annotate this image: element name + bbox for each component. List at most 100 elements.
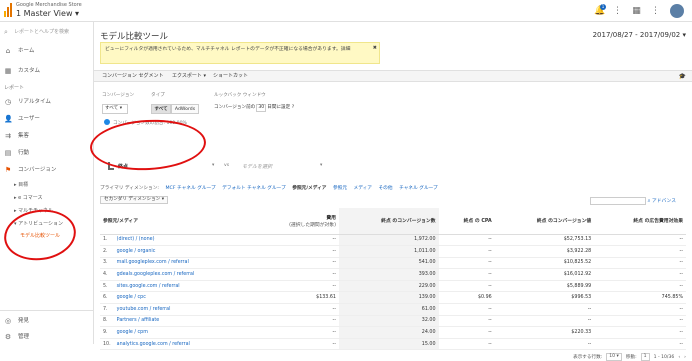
row-dimension: Partners / affiliate (113, 315, 252, 328)
row-roas: -- (594, 245, 686, 258)
more-vert-icon[interactable]: ⋮ (613, 6, 622, 16)
row-roas: -- (594, 315, 686, 328)
dimension-link[interactable]: チャネル グループ (399, 186, 438, 191)
view-name: 1 Master View (16, 9, 73, 18)
sidebar-item-home[interactable]: ⌂ ホーム (0, 44, 94, 58)
dimension-link[interactable]: 参照元 (333, 186, 347, 191)
sidebar-item-users[interactable]: 👤 ユーザー (0, 112, 94, 126)
sidebar-item-conversions[interactable]: ⚑ コンバージョン (0, 163, 94, 177)
model-dropdown-icon[interactable]: ▾ (212, 163, 214, 168)
home-icon: ⌂ (5, 47, 11, 55)
sidebar-item-admin[interactable]: ⚙ 管理 (0, 330, 94, 344)
dimension-link[interactable]: youtube.com / referral (117, 307, 171, 312)
subitem-label: モデル比較ツール (20, 233, 61, 239)
dimension-link[interactable]: analytics.google.com / referral (117, 342, 190, 347)
dimension-link[interactable]: gdeals.googleplex.com / referral (117, 272, 195, 277)
subitem-label: e コマース (18, 195, 43, 201)
dimension-link[interactable]: google / cpc (117, 295, 146, 300)
dashboard-icon: ▦ (4, 67, 12, 75)
dimension-link[interactable]: google / organic (117, 249, 156, 254)
row-cpa: -- (438, 326, 495, 339)
row-roas: -- (594, 280, 686, 293)
column-header-conversions[interactable]: 終点 のコンバージョン数 (338, 208, 439, 235)
lightbulb-icon: ◎ (4, 317, 12, 325)
prev-page-icon[interactable]: ‹ (678, 355, 680, 360)
table-row: 8. Partners / affiliate -- 32.00 -- -- -- (100, 315, 686, 328)
shortcut-button[interactable]: ショートカット (211, 71, 250, 82)
row-roas: -- (594, 338, 686, 351)
notifications-icon[interactable]: 🔔 1 (594, 3, 606, 16)
type-all-button[interactable]: すべて (151, 104, 171, 114)
lookback-days-input[interactable]: 30 (256, 104, 267, 112)
sidebar-item-realtime[interactable]: ◷ リアルタイム (0, 95, 94, 109)
sidebar-subitem-attribution[interactable]: ▾ アトリビューション (14, 220, 63, 227)
dimension-link[interactable]: (direct) / (none) (117, 237, 155, 242)
gear-icon: ⚙ (4, 333, 12, 341)
row-number: 7. (100, 303, 114, 316)
vs-label: vs (224, 163, 230, 168)
percent-text: コンバージョン数の割合: 100.00% (113, 121, 187, 126)
graduation-cap-icon[interactable]: 🎓 (679, 73, 686, 80)
row-conversions: 139.00 (338, 291, 439, 305)
model-select-input[interactable]: モデルを選択 (242, 163, 272, 170)
table-row: 2. google / organic -- 1,011.00 -- $3,922.28-… (100, 245, 686, 258)
row-value: $3,922.28 (494, 245, 595, 258)
avatar[interactable] (670, 4, 684, 18)
row-dimension: google / organic (113, 245, 252, 258)
sidebar-item-custom[interactable]: ▦ カスタム (0, 64, 94, 78)
column-header-cost[interactable]: 費用 (選択した期間が対象) (251, 208, 339, 235)
conversion-select[interactable]: すべて ▾ (102, 104, 128, 114)
dimension-link[interactable]: mall.googleplex.com / referral (117, 260, 189, 265)
advanced-filter-link[interactable]: ⌕ アドバンス (648, 197, 676, 204)
conversion-segment-button[interactable]: コンバージョン セグメント (100, 71, 166, 82)
apps-grid-icon[interactable]: ▦ (632, 6, 641, 16)
advanced-label: アドバンス (651, 199, 676, 204)
sidebar-subitem-ecommerce[interactable]: ▸ e コマース (14, 194, 43, 201)
dimension-link[interactable]: Partners / affiliate (117, 318, 160, 323)
sidebar-subitem-goals[interactable]: ▸ 目標 (14, 181, 28, 188)
help-icon[interactable]: ? (292, 105, 294, 110)
type-adwords-button[interactable]: AdWords (171, 104, 199, 114)
primary-dimension-label: プライマリ ディメンション: (100, 186, 159, 191)
dimension-link[interactable]: メディア (354, 186, 372, 191)
model-select-dropdown-icon[interactable]: ▾ (320, 163, 322, 168)
view-selector[interactable]: 1 Master View ▾ (16, 9, 79, 18)
more-menu-icon[interactable]: ⋮ (651, 6, 660, 16)
row-dimension: (direct) / (none) (113, 234, 252, 247)
rows-select[interactable]: 10 ▾ (606, 353, 622, 361)
dimension-link[interactable]: MCF チャネル グループ (166, 186, 216, 191)
row-cost: -- (251, 257, 339, 270)
goto-input[interactable]: 1 (640, 353, 650, 361)
sidebar-subitem-model-comparison[interactable]: モデル比較ツール (20, 232, 60, 239)
sidebar-item-behavior[interactable]: ▤ 行動 (0, 146, 94, 160)
series-color-dot (104, 119, 110, 125)
table-search-input[interactable] (590, 197, 646, 205)
clock-icon: ◷ (4, 98, 12, 106)
dropdown-icon: ▾ (75, 9, 80, 18)
sidebar-item-discover[interactable]: ◎ 発見 (0, 314, 94, 328)
sidebar-search[interactable]: ⌕ レポートとヘルプを検索 (4, 26, 90, 38)
dimension-link[interactable]: デフォルト チャネル グループ (222, 186, 286, 191)
column-header-roas[interactable]: 終点 の広告費用対効果 (594, 208, 686, 235)
dimension-link[interactable]: google / cpm (117, 330, 148, 335)
next-page-icon[interactable]: › (684, 355, 686, 360)
search-icon: ⌕ (647, 199, 651, 204)
column-header-dimension[interactable]: 参照元/メディア (100, 208, 252, 235)
row-dimension: google / cpm (113, 326, 252, 339)
dimension-link[interactable]: sites.google.com / referral (117, 284, 180, 289)
warning-banner: ビューにフィルタが適用されているため、マルチチャネル レポートのデータが不正確に… (100, 42, 380, 64)
column-header-value[interactable]: 終点 のコンバージョン値 (494, 208, 595, 235)
model-name[interactable]: 終点 (118, 163, 128, 170)
row-value: $5,889.99 (494, 280, 595, 293)
close-icon[interactable]: ✖ (373, 44, 377, 52)
row-value: $10,825.52 (494, 257, 595, 270)
sidebar-subitem-multichannel[interactable]: ▸ マルチチャネル (14, 207, 53, 214)
export-button[interactable]: エクスポート ▾ (170, 71, 208, 82)
secondary-dimension-button[interactable]: セカンダリ ディメンション ▾ (100, 196, 169, 204)
dimension-link[interactable]: その他 (378, 186, 392, 191)
row-cpa: -- (438, 280, 495, 293)
date-range-picker[interactable]: 2017/08/27 - 2017/09/02 ▾ (593, 31, 686, 39)
column-header-cpa[interactable]: 終点 の CPA (438, 208, 495, 235)
behavior-icon: ▤ (4, 149, 12, 157)
sidebar-item-acquisition[interactable]: ⇉ 集客 (0, 129, 94, 143)
